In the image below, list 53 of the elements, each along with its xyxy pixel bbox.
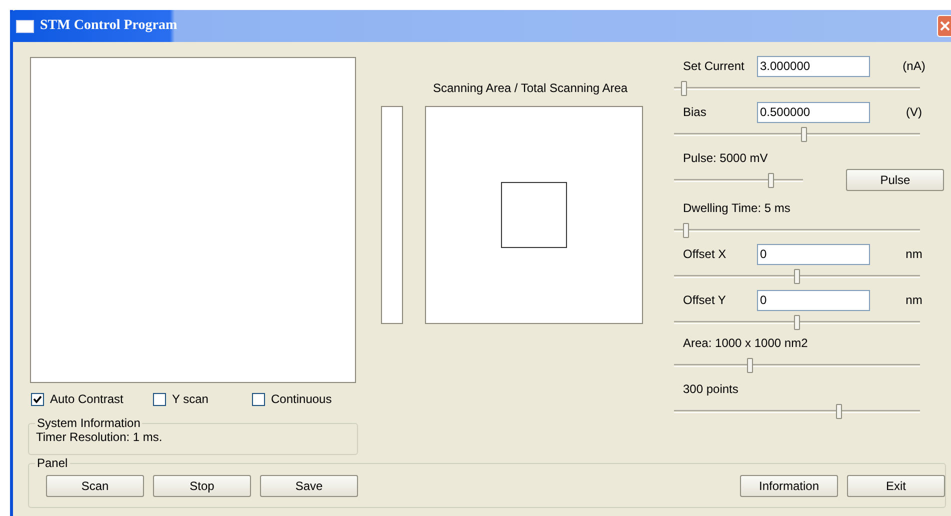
slider-track[interactable]	[674, 126, 920, 142]
slider-caption: Pulse: 5000 mV	[683, 151, 768, 165]
slider-thumb[interactable]	[836, 404, 842, 418]
unit-label: nm	[904, 293, 924, 307]
scan-area-square	[501, 182, 567, 248]
scan-view-title: Scanning Area / Total Scanning Area	[433, 81, 629, 97]
group-title: System Information	[35, 416, 142, 430]
checkbox[interactable]	[31, 392, 44, 406]
unit-label: nm	[904, 247, 924, 261]
slider-caption: 300 points	[683, 382, 738, 396]
info-text: Timer Resolution: 1 ms.	[36, 430, 164, 444]
unit-label: (V)	[905, 105, 923, 119]
slider-track[interactable]	[674, 404, 920, 418]
slider-thumb[interactable]	[794, 314, 800, 330]
panel-button[interactable]: Stop	[153, 475, 251, 497]
input-field[interactable]: 0	[757, 244, 870, 264]
field-label: Set Current	[682, 59, 746, 73]
close-icon	[940, 21, 950, 31]
slider-caption: Dwelling Time: 5 ms	[683, 201, 790, 215]
close-button[interactable]	[937, 15, 951, 37]
input-field[interactable]: 3.000000	[757, 56, 870, 76]
checkbox-label: Auto Contrast	[50, 392, 124, 406]
slider-thumb[interactable]	[680, 80, 687, 96]
slider-track[interactable]	[674, 222, 920, 238]
slider-track[interactable]	[674, 80, 920, 96]
pulse-button[interactable]: Pulse	[846, 169, 944, 191]
checkbox[interactable]	[153, 392, 166, 406]
slider-caption: Area: 1000 x 1000 nm2	[683, 336, 808, 350]
panel-button[interactable]: Save	[260, 475, 358, 497]
slider-track[interactable]	[674, 358, 920, 372]
slider-thumb[interactable]	[768, 172, 774, 188]
unit-label: (nA)	[902, 59, 926, 73]
slider-thumb[interactable]	[794, 268, 800, 284]
field-label: Offset X	[682, 247, 728, 261]
slider-track[interactable]	[674, 172, 804, 188]
window-icon	[16, 20, 34, 32]
panel-button[interactable]: Exit	[847, 475, 945, 497]
panel-button[interactable]: Scan	[46, 475, 144, 497]
field-label: Offset Y	[682, 293, 727, 307]
group-title: Panel	[35, 456, 70, 470]
slider-track[interactable]	[674, 314, 920, 330]
slider-track[interactable]	[674, 268, 920, 284]
checkbox-label: Continuous	[271, 392, 332, 406]
input-field[interactable]: 0.500000	[757, 102, 870, 122]
slider-thumb[interactable]	[683, 222, 690, 238]
checkbox-label: Y scan	[172, 392, 208, 406]
slider-thumb[interactable]	[801, 126, 808, 142]
slider-thumb[interactable]	[747, 358, 754, 372]
input-field[interactable]: 0	[757, 290, 870, 310]
panel-button[interactable]: Information	[740, 475, 838, 497]
field-label: Bias	[682, 105, 708, 119]
window-title: STM Control Program	[40, 18, 178, 34]
checkbox[interactable]	[252, 392, 265, 406]
